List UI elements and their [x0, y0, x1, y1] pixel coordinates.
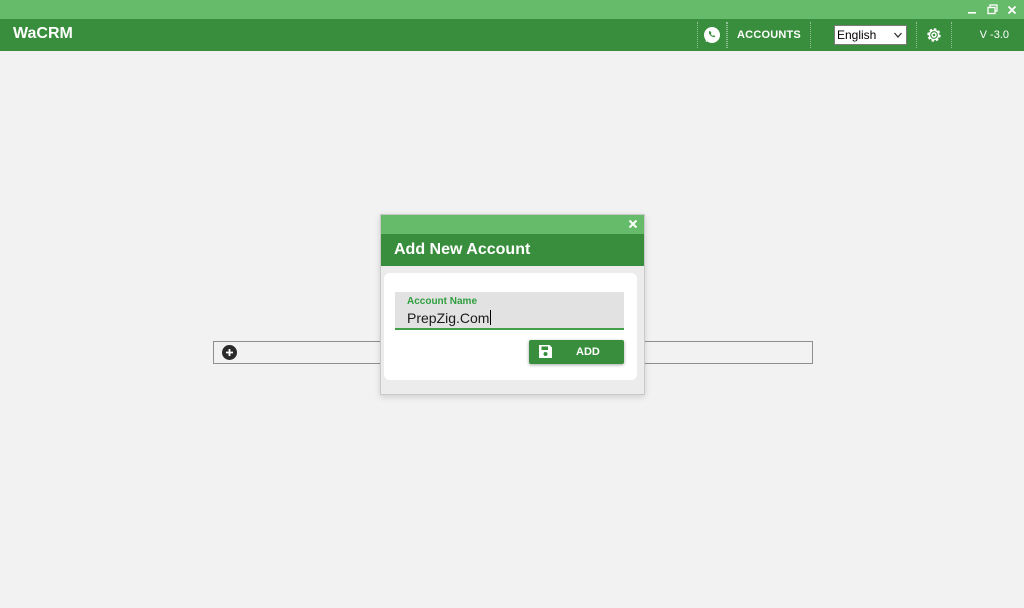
accounts-nav[interactable]: ACCOUNTS [727, 19, 811, 51]
window-titlebar [0, 0, 1024, 19]
window-controls [964, 0, 1020, 19]
add-account-dialog: Add New Account Account Name PrepZig.Com… [380, 214, 645, 395]
account-name-field[interactable]: Account Name PrepZig.Com [395, 292, 624, 330]
plus-circle-icon [226, 349, 233, 356]
version-label: V -3.0 [979, 29, 1009, 41]
whatsapp-icon [704, 27, 720, 43]
chevron-down-icon [894, 32, 902, 38]
add-button-label: ADD [576, 346, 600, 358]
app-title: WaCRM [13, 25, 73, 42]
save-icon [539, 345, 552, 358]
minimize-button[interactable] [964, 2, 980, 18]
dialog-body: Account Name PrepZig.Com ADD [384, 273, 637, 380]
add-button[interactable]: ADD [529, 340, 624, 364]
dialog-header: Add New Account [381, 234, 644, 266]
settings-button[interactable] [916, 19, 952, 51]
language-select[interactable]: English [834, 25, 907, 45]
account-name-label: Account Name [407, 296, 478, 307]
restore-icon [986, 4, 998, 15]
language-value: English [837, 28, 877, 42]
dialog-titlebar [381, 215, 644, 234]
restore-button[interactable] [984, 2, 1000, 18]
whatsapp-button[interactable] [697, 19, 727, 51]
close-icon[interactable] [627, 218, 639, 230]
gear-icon [927, 28, 941, 42]
close-window-button[interactable] [1004, 2, 1020, 18]
account-name-input[interactable]: PrepZig.Com [407, 310, 492, 326]
add-account-button[interactable] [222, 345, 237, 360]
accounts-label: ACCOUNTS [737, 29, 801, 41]
close-icon [1007, 5, 1017, 14]
dialog-title: Add New Account [394, 241, 531, 258]
minimize-icon [968, 11, 976, 14]
app-header: WaCRM ACCOUNTS English V -3.0 [0, 19, 1024, 51]
